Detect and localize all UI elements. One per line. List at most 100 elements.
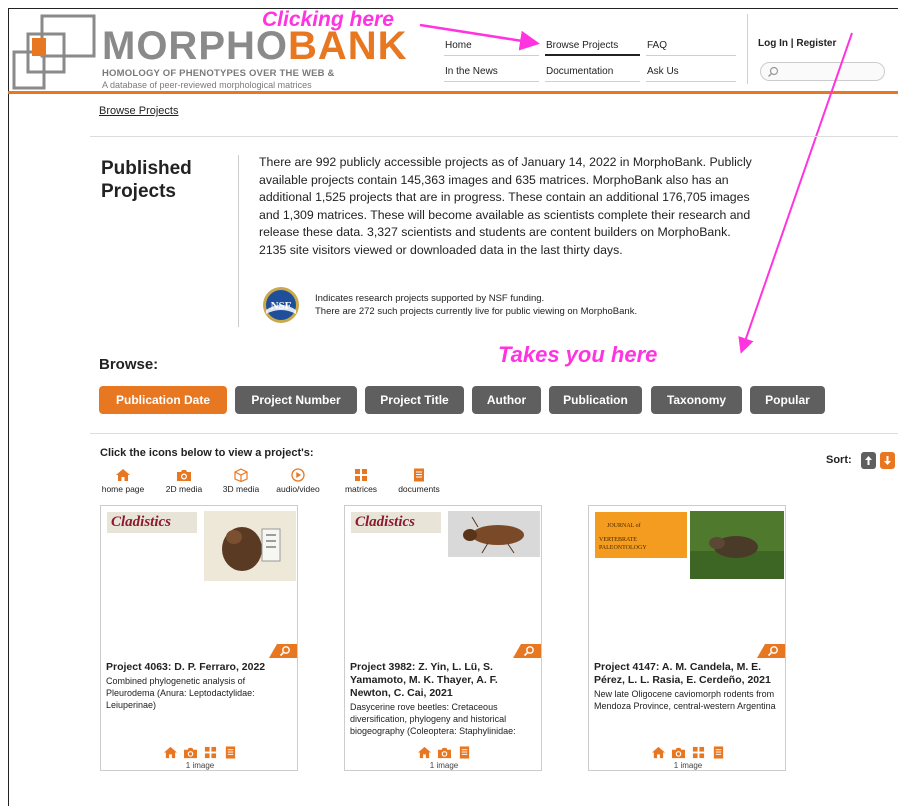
- journal-name-line2: VERTEBRATE PALEONTOLOGY: [599, 537, 647, 551]
- nav-underline: [646, 55, 736, 56]
- document-icon[interactable]: [711, 746, 726, 759]
- intro-divider: [238, 155, 239, 327]
- legend-2d-media: 2D media: [154, 468, 214, 494]
- nav-in-the-news[interactable]: In the News: [445, 66, 498, 77]
- project-title-link[interactable]: Project 4147: A. M. Candela, M. E. Pérez…: [594, 661, 780, 687]
- logo-word-morpho: MORPHO: [102, 24, 288, 68]
- magnify-icon: [767, 646, 778, 657]
- journal-banner: JOURNAL of VERTEBRATE PALEONTOLOGY: [595, 512, 687, 558]
- nav-documentation[interactable]: Documentation: [546, 66, 613, 77]
- intro-description: There are 992 publicly accessible projec…: [259, 155, 752, 257]
- breadcrumb-rule: [90, 136, 898, 137]
- journal-banner: Cladistics: [107, 512, 197, 533]
- legend-label: 2D media: [165, 484, 203, 494]
- legend-label: audio/video: [276, 484, 320, 494]
- logo-subtagline: A database of peer-reviewed morphologica…: [102, 80, 312, 90]
- logo-tagline: HOMOLOGY OF PHENOTYPES OVER THE WEB &: [102, 68, 335, 79]
- legend-audio-video: audio/video: [268, 468, 328, 494]
- grid-icon[interactable]: [203, 746, 218, 759]
- card-icon-row: [345, 746, 543, 759]
- project-description: New late Oligocene caviomorph rodents fr…: [594, 689, 776, 711]
- header-divider: [747, 14, 748, 84]
- cube-icon: [234, 468, 248, 482]
- legend-home-page: home page: [93, 468, 153, 494]
- morphobank-logo-icon[interactable]: [12, 14, 96, 90]
- project-title-link[interactable]: Project 4063: D. P. Ferraro, 2022: [106, 661, 292, 674]
- legend-label: home page: [101, 484, 145, 494]
- project-card[interactable]: Cladistics Project 3982: Z. Yin, L. Lü, …: [344, 505, 542, 771]
- logo-wordmark[interactable]: MORPHOBANK: [102, 26, 408, 66]
- svg-text:NSF: NSF: [271, 300, 292, 312]
- breadcrumb[interactable]: Browse Projects: [99, 105, 178, 117]
- browse-project-number-button[interactable]: Project Number: [235, 386, 357, 414]
- nav-underline: [444, 55, 539, 56]
- play-icon: [291, 468, 305, 482]
- nav-browse-projects[interactable]: Browse Projects: [546, 40, 618, 51]
- sort-descending-button[interactable]: [880, 452, 895, 469]
- nav-ask-us[interactable]: Ask Us: [647, 66, 679, 77]
- project-thumbnail-icon[interactable]: [690, 511, 784, 579]
- login-register-link[interactable]: Log In | Register: [758, 38, 836, 49]
- magnify-icon: [279, 646, 290, 657]
- nav-faq[interactable]: FAQ: [647, 40, 667, 51]
- project-thumbnail-icon[interactable]: [448, 511, 540, 557]
- sort-label: Sort:: [826, 454, 852, 466]
- browse-taxonomy-button[interactable]: Taxonomy: [651, 386, 742, 414]
- project-description: Combined phylogenetic analysis of Pleuro…: [106, 676, 255, 710]
- search-icon: [768, 66, 779, 77]
- arrow-down-icon: [884, 456, 891, 465]
- sort-ascending-button[interactable]: [861, 452, 876, 469]
- search-input[interactable]: [760, 62, 885, 81]
- project-description: Dasycerine rove beetles: Cretaceous dive…: [350, 702, 516, 736]
- document-icon: [414, 468, 424, 482]
- grid-icon: [355, 469, 367, 481]
- legend-documents: documents: [389, 468, 449, 494]
- arrow-up-icon: [865, 456, 872, 465]
- project-card-text: Project 3982: Z. Yin, L. Lü, S. Yamamoto…: [350, 661, 536, 737]
- legend-3d-media: 3D media: [211, 468, 271, 494]
- browse-project-title-button[interactable]: Project Title: [365, 386, 464, 414]
- document-icon[interactable]: [457, 746, 472, 759]
- page-title: Published Projects: [101, 158, 192, 202]
- legend-label: matrices: [344, 484, 378, 494]
- browse-popular-button[interactable]: Popular: [750, 386, 825, 414]
- header-rule: [8, 91, 898, 94]
- card-icon-row: [101, 746, 299, 759]
- nsf-note: Indicates research projects supported by…: [315, 292, 637, 318]
- project-card[interactable]: JOURNAL of VERTEBRATE PALEONTOLOGY Proje…: [588, 505, 786, 771]
- media-count: 1 image: [673, 761, 703, 770]
- home-icon[interactable]: [651, 746, 666, 759]
- home-icon[interactable]: [163, 746, 178, 759]
- nav-active-underline: [545, 54, 640, 56]
- browse-publication-button[interactable]: Publication: [549, 386, 642, 414]
- media-count: 1 image: [429, 761, 459, 770]
- nav-underline: [444, 81, 539, 82]
- browse-author-button[interactable]: Author: [472, 386, 541, 414]
- nav-home[interactable]: Home: [445, 40, 472, 51]
- browse-heading: Browse:: [99, 356, 159, 373]
- camera-icon[interactable]: [183, 746, 198, 759]
- journal-banner: Cladistics: [351, 512, 441, 533]
- legend-label: 3D media: [222, 484, 260, 494]
- legend-label: documents: [398, 484, 440, 494]
- project-card-text: Project 4063: D. P. Ferraro, 2022 Combin…: [106, 661, 292, 711]
- browse-publication-date-button[interactable]: Publication Date: [99, 386, 227, 414]
- nsf-note-line2: There are 272 such projects currently li…: [315, 306, 638, 317]
- project-title-link[interactable]: Project 3982: Z. Yin, L. Lü, S. Yamamoto…: [350, 661, 536, 700]
- home-icon[interactable]: [417, 746, 432, 759]
- nsf-note-line1: Indicates research projects supported by…: [315, 293, 545, 304]
- project-thumbnail-icon[interactable]: [204, 511, 296, 581]
- annotation-takes-you-here: Takes you here: [498, 342, 658, 367]
- home-icon: [116, 469, 130, 481]
- legend-heading: Click the icons below to view a project'…: [100, 447, 314, 459]
- browse-rule: [90, 433, 898, 434]
- project-card-text: Project 4147: A. M. Candela, M. E. Pérez…: [594, 661, 780, 712]
- legend-matrices: matrices: [331, 468, 391, 494]
- camera-icon[interactable]: [437, 746, 452, 759]
- card-icon-row: [589, 746, 787, 759]
- grid-icon[interactable]: [691, 746, 706, 759]
- document-icon[interactable]: [223, 746, 238, 759]
- project-card[interactable]: Cladistics Project 4063: D. P. Ferraro, …: [100, 505, 298, 771]
- annotation-clicking-here: Clicking here: [262, 8, 394, 31]
- camera-icon[interactable]: [671, 746, 686, 759]
